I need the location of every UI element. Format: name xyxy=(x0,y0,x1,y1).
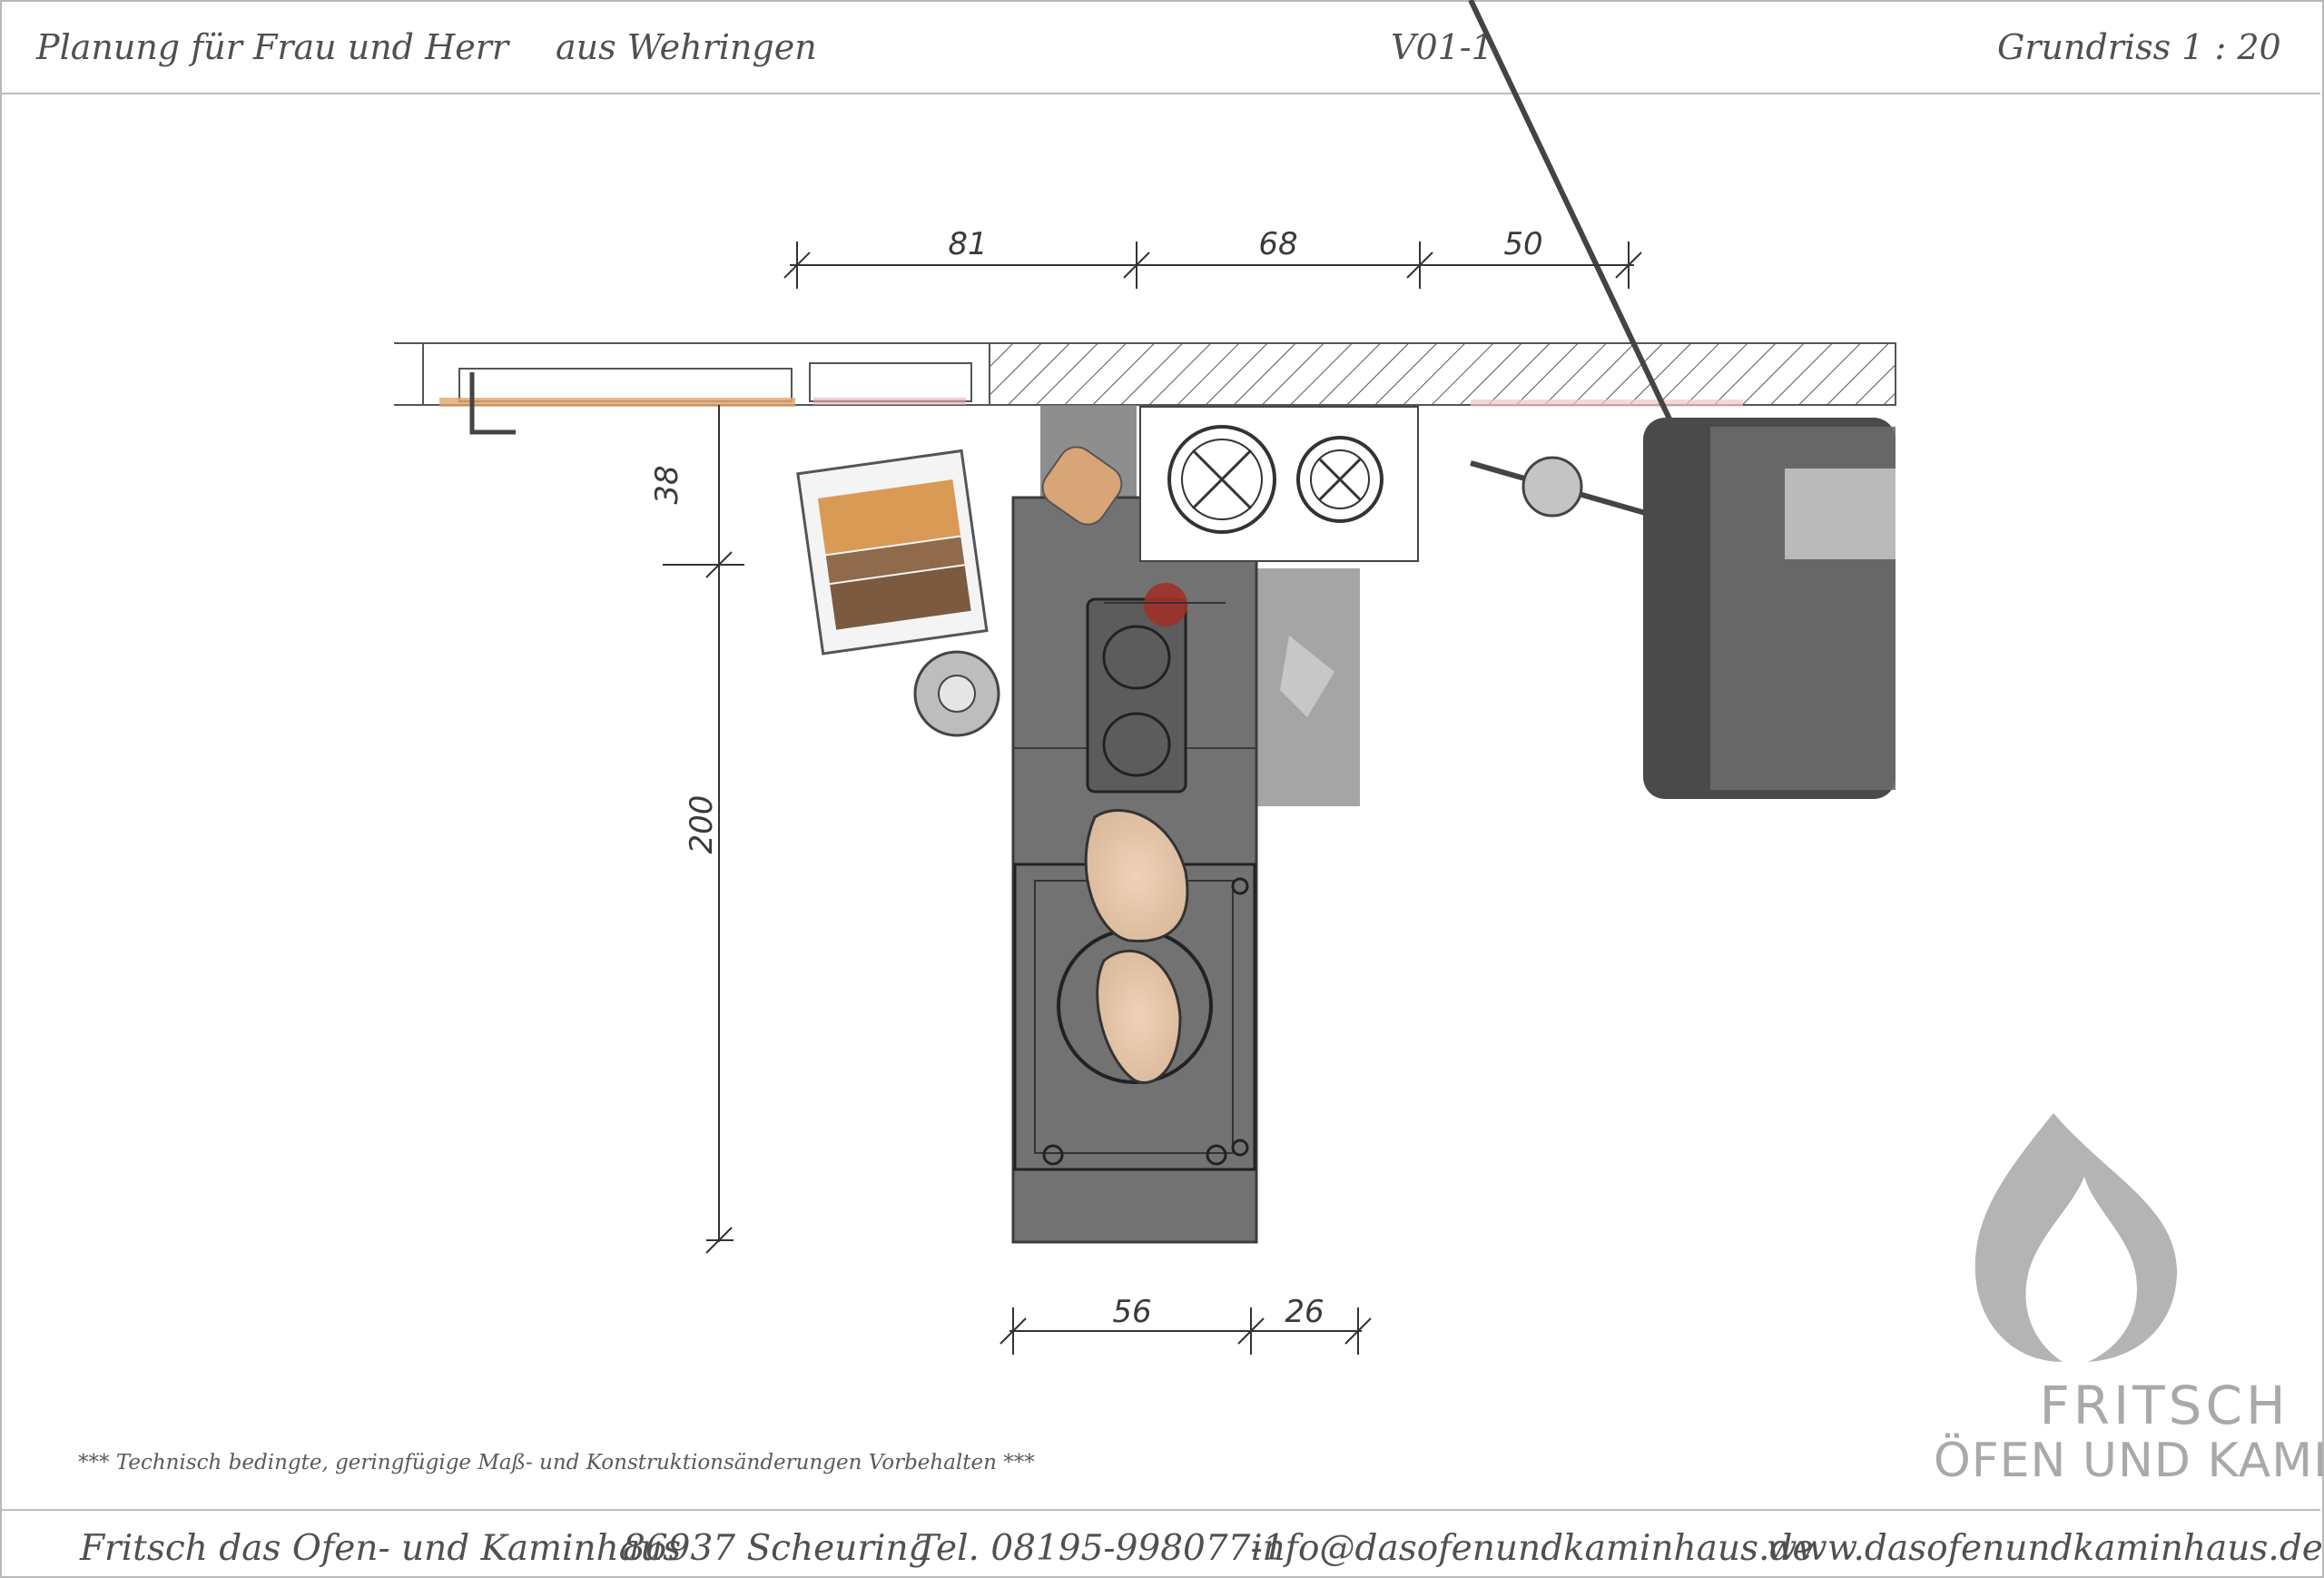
dim-top-3: 50 xyxy=(1503,226,1542,262)
round-stool xyxy=(913,650,1000,737)
logo-line2: ÖFEN UND KAMINE xyxy=(1934,1433,2324,1488)
stove-hearth xyxy=(1011,496,1258,1244)
dim-top-1: 81 xyxy=(948,226,987,262)
firewood-basket xyxy=(796,449,989,656)
dim-bottom-1: 56 xyxy=(1112,1294,1151,1330)
dim-bottom-2: 26 xyxy=(1285,1294,1324,1330)
footer-phone: Tel. 08195-998077-1 xyxy=(915,1528,1285,1569)
dim-left-2: 200 xyxy=(684,795,720,854)
footer-web[interactable]: www.dasofenundkaminhaus.de xyxy=(1767,1528,2323,1569)
dim-left-1: 38 xyxy=(649,465,685,504)
footer-company: Fritsch das Ofen- und Kaminhaus xyxy=(80,1528,682,1569)
flame-logo xyxy=(1974,1113,2178,1362)
disclaimer-note: *** Technisch bedingte, geringfügige Maß… xyxy=(78,1451,1035,1474)
cooktop xyxy=(1139,406,1419,562)
floor-plan-drawing: 81 68 50 56 26 38 200 FRITSCH ÖFEN UND K… xyxy=(394,0,2324,1488)
footer-city: 86937 Scheuring xyxy=(623,1528,931,1569)
footer-email[interactable]: info@dasofenundkaminhaus.de xyxy=(1251,1528,1813,1569)
logo-line1: FRITSCH xyxy=(2039,1375,2289,1436)
dim-top-2: 68 xyxy=(1258,226,1297,262)
sofa xyxy=(1643,418,1896,799)
